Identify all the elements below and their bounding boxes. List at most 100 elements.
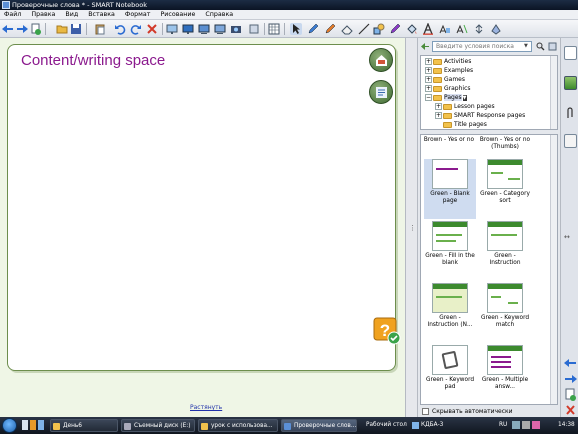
paste-icon[interactable]: [94, 23, 106, 35]
network-icon[interactable]: [512, 421, 520, 429]
notebook-page[interactable]: Content/writing space: [7, 44, 396, 371]
quick-launch-icon[interactable]: [30, 420, 36, 430]
open-folder-icon[interactable]: [56, 23, 68, 35]
gallery-item-fill-in-the-blank[interactable]: Green - Fill in the blank: [424, 221, 476, 281]
language-indicator[interactable]: RU: [499, 419, 507, 432]
splitter-grip-icon[interactable]: ⋮: [409, 224, 416, 232]
creative-pen-icon[interactable]: [324, 23, 336, 35]
menu-draw[interactable]: Рисование: [156, 10, 199, 20]
taskbar-item[interactable]: Съемный диск (E:): [121, 419, 195, 432]
menu-format[interactable]: Формат: [121, 10, 155, 20]
menu-view[interactable]: Вид: [61, 10, 82, 20]
addon-icon[interactable]: [490, 23, 502, 35]
search-input[interactable]: [432, 41, 532, 52]
select-arrow-icon[interactable]: [290, 23, 302, 35]
forward-arrow-icon[interactable]: [16, 23, 28, 35]
quick-launch-icon[interactable]: [22, 420, 28, 430]
monitor-icon[interactable]: [214, 23, 226, 35]
tree-dropdown-icon[interactable]: ▼: [462, 95, 467, 101]
eraser-icon[interactable]: [341, 23, 353, 35]
help-button[interactable]: ?: [373, 317, 401, 345]
volume-icon[interactable]: [522, 421, 530, 429]
category-tree[interactable]: + Activities + Examples + Games + Graphics −…: [420, 55, 558, 130]
fill-icon[interactable]: [406, 23, 418, 35]
tree-item-examples[interactable]: + Examples: [425, 66, 473, 75]
delete-icon[interactable]: [146, 23, 158, 35]
next-page-icon[interactable]: [564, 372, 577, 386]
autohide-option[interactable]: Скрывать автоматически: [422, 408, 513, 415]
gallery-item-instruction[interactable]: Green - Instruction: [479, 221, 531, 281]
gallery-scrollbar[interactable]: [550, 135, 557, 404]
properties-icon[interactable]: [456, 23, 468, 35]
add-page-icon[interactable]: [30, 23, 42, 35]
notes-button[interactable]: [369, 80, 393, 104]
gallery-item-instruction-n[interactable]: Green - Instruction (N...: [424, 283, 476, 343]
home-icon: [375, 54, 388, 67]
toolbar-separator: [284, 23, 285, 35]
full-screen-icon[interactable]: [182, 23, 194, 35]
menu-insert[interactable]: Вставка: [84, 10, 119, 20]
menu-edit[interactable]: Правка: [27, 10, 59, 20]
attachments-icon[interactable]: [564, 106, 577, 120]
tree-item-graphics[interactable]: + Graphics: [425, 84, 471, 93]
screen-shade-icon[interactable]: [166, 23, 178, 35]
font-icon[interactable]: [439, 23, 451, 35]
pen-icon[interactable]: [307, 23, 319, 35]
prev-page-icon[interactable]: [564, 356, 577, 370]
table-icon[interactable]: [268, 23, 280, 35]
shapes-icon[interactable]: [373, 23, 385, 35]
taskbar-item[interactable]: Проверочные слов...: [281, 419, 357, 432]
start-button[interactable]: [2, 418, 17, 433]
back-arrow-icon[interactable]: [2, 23, 14, 35]
more-options-icon[interactable]: [248, 23, 260, 35]
properties-tab-icon[interactable]: [564, 134, 577, 148]
tree-item-title-pages[interactable]: Title pages: [443, 120, 487, 129]
gallery-icon[interactable]: [564, 76, 577, 90]
collapse-arrows-icon[interactable]: ↔: [564, 233, 570, 241]
quick-launch-icon[interactable]: [38, 420, 44, 430]
text-icon[interactable]: [422, 23, 434, 35]
panel-splitter[interactable]: ⋮: [405, 38, 418, 417]
save-icon[interactable]: [70, 23, 82, 35]
gallery-item-category-sort[interactable]: Green - Category sort: [479, 159, 531, 219]
expand-link[interactable]: Растянуть: [190, 404, 222, 411]
folder-icon: [443, 121, 452, 128]
home-button[interactable]: [369, 48, 393, 72]
back-icon[interactable]: [421, 42, 430, 51]
tree-item-games[interactable]: + Games: [425, 75, 465, 84]
tray-icon[interactable]: [532, 421, 540, 429]
gallery-options-icon[interactable]: [548, 42, 557, 51]
line-icon[interactable]: [358, 23, 370, 35]
more-icon[interactable]: [473, 23, 485, 35]
thumbnail: [487, 283, 523, 313]
undo-icon[interactable]: [114, 23, 126, 35]
gallery-item-keyword-pad[interactable]: Green - Keyword pad: [424, 345, 476, 404]
tree-item-smart-response-pages[interactable]: + SMART Response pages: [435, 111, 525, 120]
page-title[interactable]: Content/writing space: [21, 52, 165, 69]
menu-help[interactable]: Справка: [201, 10, 237, 20]
search-dropdown-icon[interactable]: ▼: [524, 43, 528, 49]
page-sorter-icon[interactable]: [564, 46, 577, 60]
gallery-item-multiple-answer[interactable]: Green - Multiple answ...: [479, 345, 531, 404]
capture-icon[interactable]: [230, 23, 242, 35]
taskbar-item[interactable]: урок с использова...: [198, 419, 278, 432]
tree-item-activities[interactable]: + Activities: [425, 57, 471, 66]
clock[interactable]: 14:38: [558, 419, 575, 432]
gallery-item-keyword-match[interactable]: Green - Keyword match: [479, 283, 531, 343]
autohide-checkbox[interactable]: [422, 408, 429, 415]
gallery-item-blank-page[interactable]: Green - Blank page: [424, 159, 476, 219]
taskbar-item[interactable]: День6: [50, 419, 118, 432]
redo-icon[interactable]: [130, 23, 142, 35]
tree-item-pages[interactable]: − Pages▼: [425, 93, 467, 102]
display-icon[interactable]: [198, 23, 210, 35]
close-icon[interactable]: [564, 403, 577, 417]
canvas-area[interactable]: Content/writing space ? Растянуть: [0, 38, 405, 417]
magic-pen-icon[interactable]: [389, 23, 401, 35]
menu-file[interactable]: Файл: [0, 10, 25, 20]
tree-scrollbar[interactable]: [550, 56, 557, 129]
desktop-label[interactable]: Рабочий стол: [366, 419, 407, 432]
tree-item-lesson-pages[interactable]: + Lesson pages: [435, 102, 495, 111]
taskbar-item[interactable]: КДБА-3: [412, 419, 443, 432]
search-icon[interactable]: [536, 42, 545, 51]
new-page-icon[interactable]: [564, 388, 577, 402]
